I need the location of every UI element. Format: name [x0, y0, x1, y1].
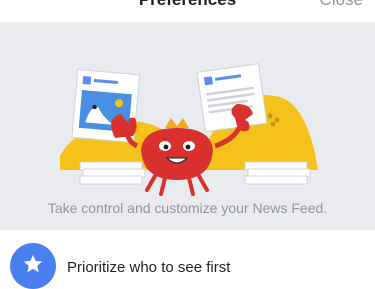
news-card-right — [196, 63, 268, 133]
crab-body — [141, 128, 213, 180]
nav-bar: Preferences Close — [0, 0, 375, 22]
hero-description: Take control and customize your News Fee… — [47, 200, 328, 216]
star-icon-badge — [10, 243, 56, 289]
paper-stack-right — [244, 161, 311, 185]
star-icon — [23, 254, 43, 273]
option-label: Prioritize who to see first — [67, 259, 231, 276]
hero-banner: Take control and customize your News Fee… — [0, 22, 375, 230]
paper-stack-left — [79, 161, 146, 185]
crab-illustration — [60, 63, 318, 196]
close-button[interactable]: Close — [320, 0, 363, 10]
option-prioritize[interactable]: Prioritize who to see first — [0, 231, 375, 289]
